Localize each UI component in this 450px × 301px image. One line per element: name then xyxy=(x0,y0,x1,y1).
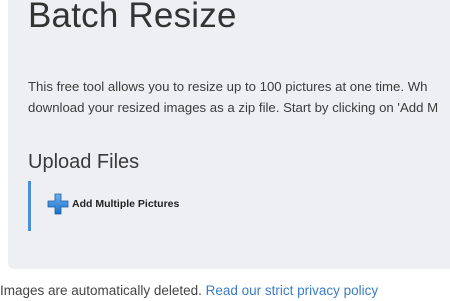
description-line-2: download your resized images as a zip fi… xyxy=(28,100,439,115)
upload-files-heading: Upload Files xyxy=(28,151,140,173)
description-line-1: This free tool allows you to resize up t… xyxy=(28,79,428,94)
add-button-label: Add Multiple Pictures xyxy=(72,198,180,210)
add-multiple-pictures-button[interactable]: Add Multiple Pictures xyxy=(47,193,179,215)
page-description: This free tool allows you to resize up t… xyxy=(28,76,450,118)
main-panel: Batch Resize This free tool allows you t… xyxy=(8,0,450,269)
page-title: Batch Resize xyxy=(28,0,237,35)
footer-text: Images are automatically deleted. xyxy=(0,283,206,298)
plus-icon xyxy=(47,193,69,215)
footer-notice: Images are automatically deleted. Read o… xyxy=(0,283,378,298)
privacy-policy-link[interactable]: Read our strict privacy policy xyxy=(206,283,379,298)
upload-area: Add Multiple Pictures xyxy=(28,181,231,231)
